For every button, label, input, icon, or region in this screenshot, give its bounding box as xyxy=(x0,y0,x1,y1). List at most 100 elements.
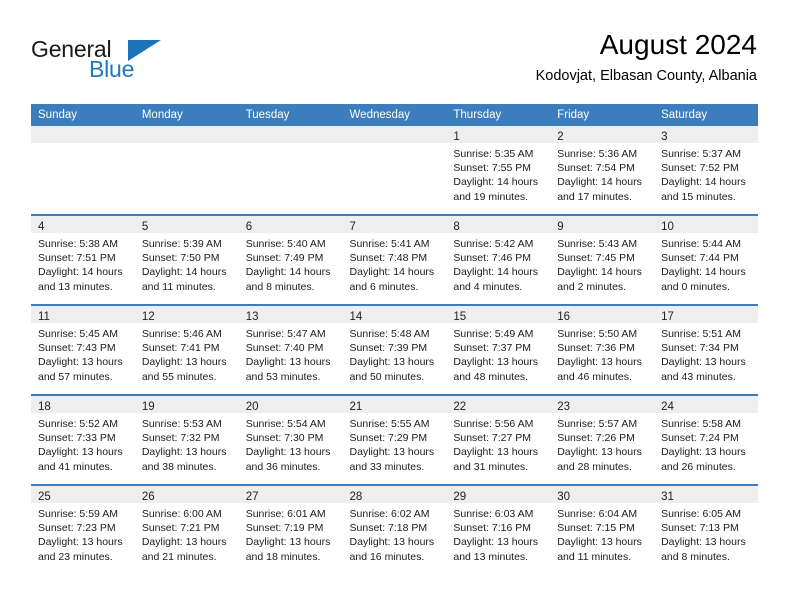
day-details: Sunrise: 5:53 AM Sunset: 7:32 PM Daylight:… xyxy=(135,413,239,474)
day-detail-line: Sunrise: 5:58 AM xyxy=(661,418,742,430)
day-detail-line: and 26 minutes. xyxy=(661,460,736,473)
day-number-band: 29 xyxy=(446,486,551,503)
calendar-day-cell[interactable]: 10 Sunrise: 5:44 AM Sunset: 7:44 PM Dayligh… xyxy=(654,214,758,305)
day-detail-line: and 8 minutes. xyxy=(661,550,730,563)
day-detail-line: Sunset: 7:51 PM xyxy=(38,252,116,265)
calendar-day-cell[interactable]: 15 Sunrise: 5:49 AM Sunset: 7:37 PM Dayligh… xyxy=(446,304,551,395)
day-detail-line: Daylight: 14 hours xyxy=(245,266,331,279)
day-detail-line: Daylight: 14 hours xyxy=(557,176,642,189)
day-number: 27 xyxy=(245,491,259,503)
day-detail-line: and 41 minutes. xyxy=(38,460,113,473)
calendar-empty-cell xyxy=(134,126,239,215)
weekday-header-thursday: Thursday xyxy=(446,104,551,126)
calendar-page: General Blue August 2024 Kodovjat, Elbas… xyxy=(0,0,792,612)
day-detail-line: Daylight: 14 hours xyxy=(557,266,642,279)
calendar-day-cell[interactable]: 23 Sunrise: 5:57 AM Sunset: 7:26 PM Dayligh… xyxy=(550,394,655,485)
day-detail-line: Daylight: 13 hours xyxy=(557,446,642,459)
day-details: Sunrise: 5:36 AM Sunset: 7:54 PM Daylight:… xyxy=(550,143,654,204)
calendar-day-cell[interactable]: 18 Sunrise: 5:52 AM Sunset: 7:33 PM Dayligh… xyxy=(31,394,135,485)
day-number: 26 xyxy=(141,491,155,503)
calendar-day-cell[interactable]: 2 Sunrise: 5:36 AM Sunset: 7:54 PM Daylight… xyxy=(550,126,655,215)
day-detail-line: Sunset: 7:54 PM xyxy=(557,162,635,175)
day-details: Sunrise: 5:51 AM Sunset: 7:34 PM Daylight:… xyxy=(654,323,758,384)
calendar-day-cell[interactable]: 31 Sunrise: 6:05 AM Sunset: 7:13 PM Dayligh… xyxy=(654,484,758,574)
day-detail-line: Sunset: 7:24 PM xyxy=(661,432,739,445)
day-detail-line: and 15 minutes. xyxy=(661,190,736,203)
day-number-band: 17 xyxy=(654,306,758,323)
calendar-day-cell[interactable]: 27 Sunrise: 6:01 AM Sunset: 7:19 PM Dayligh… xyxy=(238,484,343,574)
calendar-day-cell[interactable]: 22 Sunrise: 5:56 AM Sunset: 7:27 PM Dayligh… xyxy=(446,394,551,485)
calendar-day-cell[interactable]: 20 Sunrise: 5:54 AM Sunset: 7:30 PM Dayligh… xyxy=(238,394,343,485)
calendar-day-cell[interactable]: 25 Sunrise: 5:59 AM Sunset: 7:23 PM Dayligh… xyxy=(31,484,135,574)
calendar-day-cell[interactable]: 1 Sunrise: 5:35 AM Sunset: 7:55 PM Daylight… xyxy=(446,126,551,215)
calendar-empty-cell xyxy=(238,126,343,215)
day-detail-line: and 50 minutes. xyxy=(349,370,425,383)
day-number: 24 xyxy=(661,401,674,413)
day-number-band xyxy=(238,126,343,143)
day-detail-line: Daylight: 13 hours xyxy=(349,446,435,459)
calendar-day-cell[interactable]: 28 Sunrise: 6:02 AM Sunset: 7:18 PM Dayligh… xyxy=(342,484,447,574)
day-detail-line: Daylight: 13 hours xyxy=(453,356,539,369)
day-number: 20 xyxy=(245,401,259,413)
day-detail-line: Daylight: 13 hours xyxy=(349,536,435,549)
day-detail-line: Sunrise: 5:55 AM xyxy=(349,418,430,430)
day-detail-line: and 38 minutes. xyxy=(141,460,217,473)
calendar-day-cell[interactable]: 17 Sunrise: 5:51 AM Sunset: 7:34 PM Dayligh… xyxy=(654,304,758,395)
calendar-day-cell[interactable]: 26 Sunrise: 6:00 AM Sunset: 7:21 PM Dayligh… xyxy=(134,484,239,574)
day-detail-line: Daylight: 14 hours xyxy=(453,176,539,189)
calendar-day-cell[interactable]: 9 Sunrise: 5:43 AM Sunset: 7:45 PM Daylight… xyxy=(550,214,655,305)
calendar-day-cell[interactable]: 5 Sunrise: 5:39 AM Sunset: 7:50 PM Daylight… xyxy=(134,214,239,305)
day-number: 13 xyxy=(245,311,259,323)
day-detail-line: Daylight: 13 hours xyxy=(453,536,539,549)
calendar-day-cell[interactable]: 12 Sunrise: 5:46 AM Sunset: 7:41 PM Dayligh… xyxy=(134,304,239,395)
day-details: Sunrise: 5:47 AM Sunset: 7:40 PM Daylight:… xyxy=(239,323,343,384)
calendar-day-cell[interactable]: 14 Sunrise: 5:48 AM Sunset: 7:39 PM Dayligh… xyxy=(342,304,447,395)
brand-logo[interactable]: General Blue xyxy=(31,36,211,84)
day-number-band: 24 xyxy=(654,396,758,413)
day-number-band: 11 xyxy=(31,306,135,323)
day-details xyxy=(31,143,135,147)
day-detail-line: Sunrise: 5:59 AM xyxy=(38,508,118,520)
day-number-band: 18 xyxy=(31,396,135,413)
calendar-day-cell[interactable]: 19 Sunrise: 5:53 AM Sunset: 7:32 PM Dayligh… xyxy=(134,394,239,485)
day-details: Sunrise: 6:00 AM Sunset: 7:21 PM Daylight:… xyxy=(135,503,239,564)
calendar-day-cell[interactable]: 11 Sunrise: 5:45 AM Sunset: 7:43 PM Dayligh… xyxy=(31,304,135,395)
day-number-band: 14 xyxy=(342,306,447,323)
day-number: 18 xyxy=(38,401,51,413)
day-details: Sunrise: 6:05 AM Sunset: 7:13 PM Daylight:… xyxy=(654,503,758,564)
calendar-day-cell[interactable]: 3 Sunrise: 5:37 AM Sunset: 7:52 PM Daylight… xyxy=(654,126,758,215)
day-details: Sunrise: 6:03 AM Sunset: 7:16 PM Daylight:… xyxy=(446,503,550,564)
day-details: Sunrise: 6:04 AM Sunset: 7:15 PM Daylight:… xyxy=(550,503,654,564)
weekday-header-saturday: Saturday xyxy=(654,104,758,126)
calendar-day-cell[interactable]: 4 Sunrise: 5:38 AM Sunset: 7:51 PM Daylight… xyxy=(31,214,135,305)
day-detail-line: Sunset: 7:50 PM xyxy=(141,252,220,265)
day-detail-line: Sunset: 7:13 PM xyxy=(661,522,739,535)
calendar-day-cell[interactable]: 30 Sunrise: 6:04 AM Sunset: 7:15 PM Dayligh… xyxy=(550,484,655,574)
day-number: 28 xyxy=(349,491,363,503)
day-details: Sunrise: 5:46 AM Sunset: 7:41 PM Daylight:… xyxy=(135,323,239,384)
day-number-band: 25 xyxy=(31,486,135,503)
calendar-day-cell[interactable]: 13 Sunrise: 5:47 AM Sunset: 7:40 PM Dayligh… xyxy=(238,304,343,395)
day-detail-line: Sunrise: 5:53 AM xyxy=(141,418,222,430)
day-number-band: 9 xyxy=(550,216,655,233)
calendar-day-cell[interactable]: 7 Sunrise: 5:41 AM Sunset: 7:48 PM Daylight… xyxy=(342,214,447,305)
calendar-day-cell[interactable]: 8 Sunrise: 5:42 AM Sunset: 7:46 PM Daylight… xyxy=(446,214,551,305)
day-detail-line: and 0 minutes. xyxy=(661,280,730,293)
day-detail-line: Sunrise: 5:39 AM xyxy=(141,238,222,250)
day-detail-line: Daylight: 13 hours xyxy=(38,536,123,549)
day-detail-line: Sunset: 7:41 PM xyxy=(141,342,220,355)
calendar-day-cell[interactable]: 21 Sunrise: 5:55 AM Sunset: 7:29 PM Dayligh… xyxy=(342,394,447,485)
calendar-day-cell[interactable]: 29 Sunrise: 6:03 AM Sunset: 7:16 PM Dayligh… xyxy=(446,484,551,574)
day-detail-line: Sunset: 7:40 PM xyxy=(245,342,324,355)
day-details: Sunrise: 5:41 AM Sunset: 7:48 PM Daylight:… xyxy=(343,233,447,294)
day-number: 23 xyxy=(557,401,571,413)
day-detail-line: and 13 minutes. xyxy=(453,550,529,563)
calendar-day-cell[interactable]: 24 Sunrise: 5:58 AM Sunset: 7:24 PM Dayligh… xyxy=(654,394,758,485)
day-details: Sunrise: 5:39 AM Sunset: 7:50 PM Daylight:… xyxy=(135,233,239,294)
calendar-day-cell[interactable]: 6 Sunrise: 5:40 AM Sunset: 7:49 PM Daylight… xyxy=(238,214,343,305)
day-detail-line: Daylight: 14 hours xyxy=(349,266,435,279)
weekday-header-sunday: Sunday xyxy=(31,104,135,126)
day-number-band: 16 xyxy=(550,306,655,323)
calendar-day-cell[interactable]: 16 Sunrise: 5:50 AM Sunset: 7:36 PM Dayligh… xyxy=(550,304,655,395)
day-number-band: 13 xyxy=(238,306,343,323)
